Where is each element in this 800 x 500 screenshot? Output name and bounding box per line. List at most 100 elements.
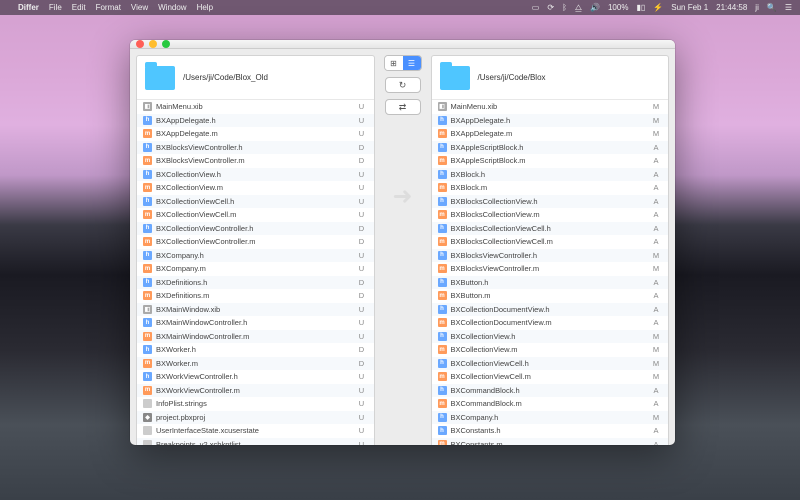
file-row[interactable]: hBXMainWindowController.hU (137, 316, 374, 330)
menu-extra-icon[interactable]: ▭ (532, 3, 540, 12)
file-row[interactable]: hBXAppleScriptBlock.hA (432, 141, 669, 155)
left-pane-header[interactable]: /Users/ji/Code/Blox_Old (137, 56, 374, 100)
file-row[interactable]: UserInterfaceState.xcuserstateU (137, 424, 374, 438)
close-button[interactable] (136, 40, 144, 48)
file-row[interactable]: hBXBlock.hA (432, 168, 669, 182)
file-row[interactable]: mBXConstants.mA (432, 438, 669, 446)
file-row[interactable]: mBXCollectionViewCell.mU (137, 208, 374, 222)
file-row[interactable]: ◧MainMenu.xibU (137, 100, 374, 114)
file-row[interactable]: ◧BXMainWindow.xibU (137, 303, 374, 317)
battery-percent[interactable]: 100% (608, 3, 628, 12)
zoom-button[interactable] (162, 40, 170, 48)
file-status: A (650, 210, 662, 219)
menu-help[interactable]: Help (197, 3, 213, 12)
clock-date[interactable]: Sun Feb 1 (671, 3, 708, 12)
file-row[interactable]: hBXAppDelegate.hU (137, 114, 374, 128)
menu-window[interactable]: Window (158, 3, 186, 12)
file-row[interactable]: hBXCollectionView.hU (137, 168, 374, 182)
menu-format[interactable]: Format (96, 3, 121, 12)
spotlight-icon[interactable]: 🔍 (767, 3, 777, 12)
file-row[interactable]: hBXBlocksViewController.hD (137, 141, 374, 155)
file-row[interactable]: hBXCompany.hU (137, 249, 374, 263)
refresh-button[interactable]: ↻ (385, 77, 421, 93)
right-file-list[interactable]: ◧MainMenu.xibMhBXAppDelegate.hMmBXAppDel… (432, 100, 669, 445)
file-row[interactable]: mBXBlock.mA (432, 181, 669, 195)
file-row[interactable]: mBXAppDelegate.mU (137, 127, 374, 141)
file-row[interactable]: hBXConstants.hA (432, 424, 669, 438)
file-row[interactable]: hBXDefinitions.hD (137, 276, 374, 290)
file-row[interactable]: hBXBlocksCollectionView.hA (432, 195, 669, 209)
file-row[interactable]: hBXCompany.hM (432, 411, 669, 425)
folder-icon (145, 66, 175, 90)
file-row[interactable]: Breakpoints_v2.xcbkptlistU (137, 438, 374, 446)
file-type-icon: m (143, 291, 152, 300)
file-row[interactable]: mBXWorker.mD (137, 357, 374, 371)
file-row[interactable]: hBXBlocksCollectionViewCell.hA (432, 222, 669, 236)
file-type-icon: h (438, 413, 447, 422)
clock-time[interactable]: 21:44:58 (716, 3, 747, 12)
file-row[interactable]: hBXWorkViewController.hU (137, 370, 374, 384)
file-row[interactable]: mBXButton.mA (432, 289, 669, 303)
sync-icon[interactable]: ⟳ (547, 3, 554, 12)
file-row[interactable]: mBXBlocksViewController.mM (432, 262, 669, 276)
file-status: U (356, 251, 368, 260)
view-grid-button[interactable]: ⊞ (385, 56, 403, 70)
file-name: BXConstants.h (451, 426, 651, 435)
file-row[interactable]: mBXAppleScriptBlock.mA (432, 154, 669, 168)
menu-view[interactable]: View (131, 3, 148, 12)
file-row[interactable]: InfoPlist.stringsU (137, 397, 374, 411)
file-type-icon: m (438, 210, 447, 219)
file-row[interactable]: mBXWorkViewController.mU (137, 384, 374, 398)
menu-edit[interactable]: Edit (72, 3, 86, 12)
file-name: BXBlock.h (451, 170, 651, 179)
left-file-list[interactable]: ◧MainMenu.xibUhBXAppDelegate.hUmBXAppDel… (137, 100, 374, 445)
minimize-button[interactable] (149, 40, 157, 48)
notification-center-icon[interactable]: ☰ (785, 3, 792, 12)
file-row[interactable]: ◆project.pbxprojU (137, 411, 374, 425)
file-row[interactable]: mBXAppDelegate.mM (432, 127, 669, 141)
power-icon[interactable]: ⚡ (653, 3, 663, 12)
app-name[interactable]: Differ (18, 3, 39, 12)
menu-file[interactable]: File (49, 3, 62, 12)
file-row[interactable]: mBXCompany.mU (137, 262, 374, 276)
file-row[interactable]: mBXCollectionViewController.mD (137, 235, 374, 249)
file-row[interactable]: hBXWorker.hD (137, 343, 374, 357)
file-row[interactable]: hBXCollectionViewCell.hU (137, 195, 374, 209)
file-type-icon: m (143, 156, 152, 165)
file-type-icon: h (438, 143, 447, 152)
file-row[interactable]: hBXCollectionViewCell.hM (432, 357, 669, 371)
bluetooth-icon[interactable]: ᛒ (562, 3, 567, 12)
file-row[interactable]: ◧MainMenu.xibM (432, 100, 669, 114)
file-row[interactable]: hBXCollectionView.hM (432, 330, 669, 344)
file-row[interactable]: hBXAppDelegate.hM (432, 114, 669, 128)
file-row[interactable]: hBXCollectionViewController.hD (137, 222, 374, 236)
file-status: A (650, 291, 662, 300)
file-name: InfoPlist.strings (156, 399, 356, 408)
view-list-button[interactable]: ☰ (403, 56, 421, 70)
file-row[interactable]: mBXCollectionViewCell.mM (432, 370, 669, 384)
file-row[interactable]: mBXBlocksCollectionViewCell.mA (432, 235, 669, 249)
file-row[interactable]: hBXBlocksViewController.hM (432, 249, 669, 263)
file-name: BXCommandBlock.h (451, 386, 651, 395)
wifi-icon[interactable]: ⧋ (575, 3, 582, 13)
user-name[interactable]: ji (755, 3, 759, 12)
swap-button[interactable]: ⇄ (385, 99, 421, 115)
file-row[interactable]: mBXDefinitions.mD (137, 289, 374, 303)
right-pane-header[interactable]: /Users/ji/Code/Blox (432, 56, 669, 100)
titlebar[interactable] (130, 40, 675, 49)
volume-icon[interactable]: 🔊 (590, 3, 600, 12)
file-row[interactable]: hBXCommandBlock.hA (432, 384, 669, 398)
file-name: BXCollectionViewController.m (156, 237, 356, 246)
file-row[interactable]: mBXCollectionDocumentView.mA (432, 316, 669, 330)
file-row[interactable]: hBXButton.hA (432, 276, 669, 290)
file-row[interactable]: hBXCollectionDocumentView.hA (432, 303, 669, 317)
file-row[interactable]: mBXBlocksCollectionView.mA (432, 208, 669, 222)
file-row[interactable]: mBXCollectionView.mM (432, 343, 669, 357)
file-status: A (650, 224, 662, 233)
file-row[interactable]: mBXBlocksViewController.mD (137, 154, 374, 168)
view-mode-segmented[interactable]: ⊞ ☰ (384, 55, 422, 71)
file-name: BXAppDelegate.h (451, 116, 651, 125)
file-row[interactable]: mBXMainWindowController.mU (137, 330, 374, 344)
file-row[interactable]: mBXCollectionView.mU (137, 181, 374, 195)
file-row[interactable]: mBXCommandBlock.mA (432, 397, 669, 411)
